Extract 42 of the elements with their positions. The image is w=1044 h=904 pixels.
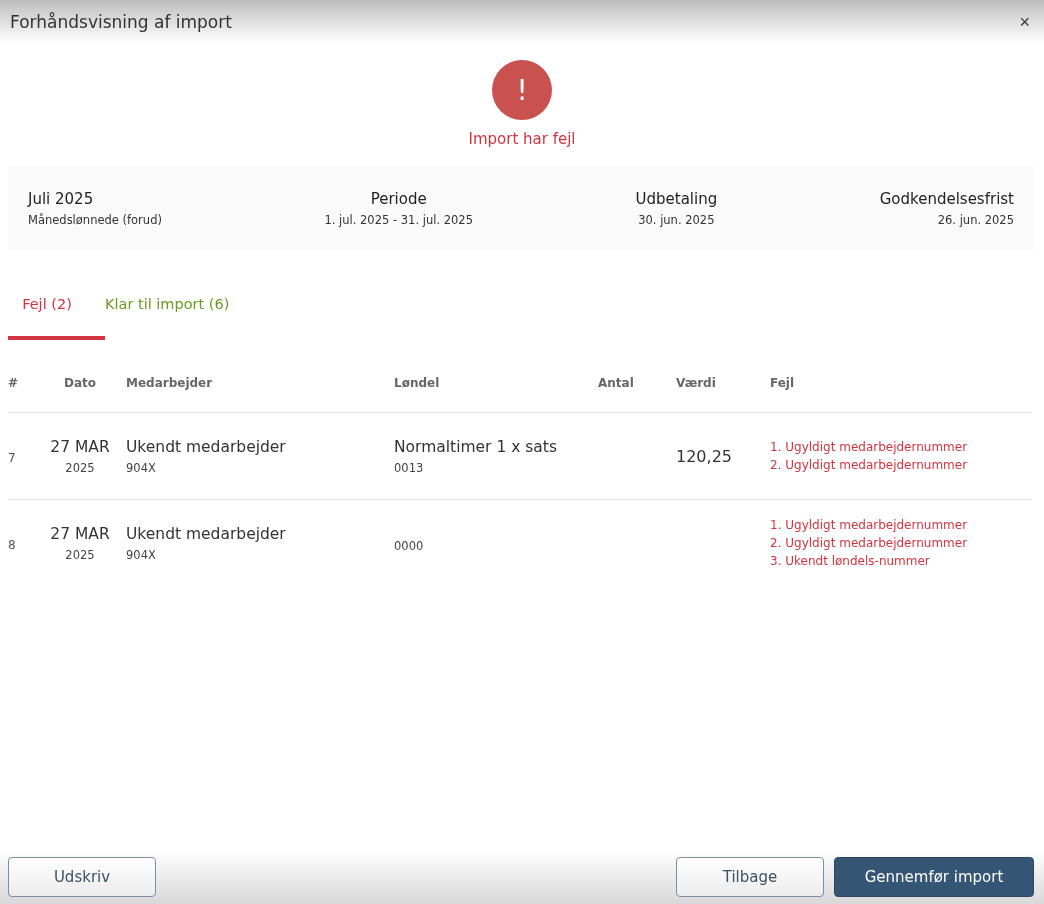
error-message: 2. Ugyldigt medarbejdernummer [770, 536, 969, 550]
employee-number: 904X [126, 460, 157, 475]
wage-code: 0013 [394, 460, 425, 475]
tab[interactable]: Fejl (2) [8, 280, 105, 340]
date-year: 2025 [64, 460, 96, 475]
window-title: Forhåndsvisning af import [10, 12, 232, 32]
column-header: Løndel [394, 376, 440, 390]
action-button[interactable]: Tilbage [676, 857, 824, 897]
error-icon: ! [492, 60, 552, 120]
employee-number: 904X [126, 547, 157, 562]
column-header: Værdi [676, 376, 716, 390]
value: 120,25 [676, 446, 732, 466]
row-number: 8 [8, 537, 16, 552]
error-message: 1. Ugyldigt medarbejdernummer [770, 518, 969, 532]
import-button[interactable]: Gennemfør import [834, 857, 1034, 897]
summary-title: Juli 2025 [28, 189, 94, 208]
action-button[interactable]: Udskriv [8, 857, 156, 897]
summary-detail: 26. jun. 2025 [937, 212, 1014, 227]
error-message: 3. Ukendt løndels-nummer [770, 554, 931, 568]
employee-name: Ukendt medarbejder [126, 437, 287, 456]
error-message: 2. Ugyldigt medarbejdernummer [770, 458, 969, 472]
summary-detail: 1. jul. 2025 - 31. jul. 2025 [324, 212, 473, 227]
column-header: Antal [598, 376, 634, 390]
summary-title: Godkendelsesfrist [879, 189, 1014, 208]
date-year: 2025 [64, 547, 96, 562]
row-number: 7 [8, 450, 16, 465]
wage-type-name: Normaltimer 1 x sats [394, 437, 558, 456]
wage-code: 0000 [394, 538, 425, 553]
status-message: Import har fejl [468, 130, 576, 148]
employee-name: Ukendt medarbejder [126, 524, 287, 543]
column-header: Medarbejder [126, 376, 213, 390]
column-header: Dato [63, 376, 96, 390]
column-header: # [8, 376, 19, 390]
date-day: 27 MAR [34, 524, 126, 543]
summary-title: Periode [370, 189, 427, 208]
summary-detail: Månedslønnede (forud) [28, 212, 162, 227]
error-message: 1. Ugyldigt medarbejdernummer [770, 440, 969, 454]
close-button[interactable]: × [1015, 11, 1034, 33]
summary-detail: 30. jun. 2025 [638, 212, 715, 227]
summary-title: Udbetaling [635, 189, 718, 208]
column-header: Fejl [770, 376, 795, 390]
date-day: 27 MAR [34, 437, 126, 456]
